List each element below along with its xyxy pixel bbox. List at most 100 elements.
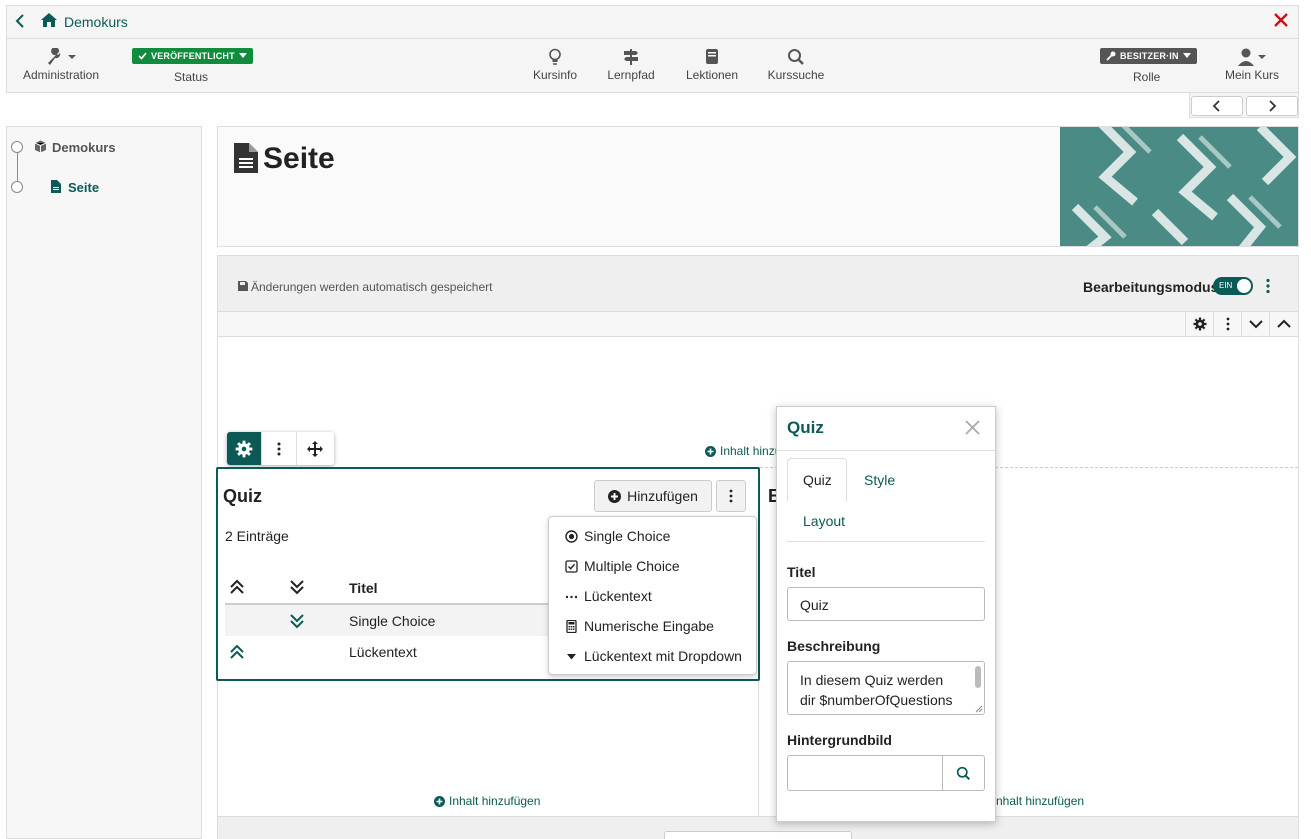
next-button[interactable] — [1246, 96, 1298, 116]
textarea-scrollbar[interactable] — [975, 666, 981, 688]
more-vertical-icon[interactable] — [1213, 312, 1241, 336]
settings-icon[interactable] — [227, 432, 262, 465]
description-text: In diesem Quiz werden dir $numberOfQuest… — [800, 670, 953, 710]
document-icon — [234, 143, 258, 173]
menu-item-luckentext-dropdown[interactable]: Lückentext mit Dropdown — [549, 641, 756, 671]
menu-item-label: Lückentext — [584, 588, 652, 604]
description-textarea[interactable]: In diesem Quiz werden dir $numberOfQuest… — [787, 661, 985, 715]
plus-circle-icon — [608, 489, 622, 503]
ellipsis-icon — [565, 595, 578, 598]
wrench-icon — [16, 46, 106, 68]
menu-item-label: Single Choice — [584, 528, 671, 544]
footer-button[interactable] — [664, 831, 852, 839]
breadcrumb-course[interactable]: Demokurs — [64, 14, 128, 30]
move-down-icon[interactable] — [289, 613, 305, 629]
move-all-down-icon[interactable] — [289, 579, 305, 595]
radio-icon — [565, 529, 578, 543]
column-separator — [758, 681, 759, 816]
lektionen-button[interactable]: Lektionen — [680, 46, 744, 82]
container-actions — [1185, 312, 1297, 336]
home-icon[interactable] — [40, 12, 58, 28]
back-icon[interactable] — [14, 13, 26, 29]
header-image — [1060, 127, 1298, 246]
tree-node-marker — [11, 141, 23, 153]
calculator-icon — [566, 619, 577, 633]
row-title[interactable]: Single Choice — [349, 613, 435, 629]
cube-icon — [34, 140, 47, 153]
close-icon[interactable] — [965, 420, 980, 435]
tab-rule — [787, 541, 985, 542]
role-label: Rolle — [1133, 70, 1161, 84]
block-toolbar — [227, 432, 334, 465]
kursinfo-button[interactable]: Kursinfo — [525, 46, 585, 82]
book-icon — [680, 46, 744, 68]
row-title[interactable]: Lückentext — [349, 644, 417, 660]
background-image-input[interactable] — [787, 755, 985, 791]
chevron-up-icon[interactable] — [1269, 312, 1297, 336]
search-icon — [956, 766, 971, 781]
administration-label: Administration — [22, 68, 100, 82]
settings-icon[interactable] — [1185, 312, 1213, 336]
save-icon — [238, 281, 248, 291]
title-field-label: Titel — [787, 564, 816, 580]
checkbox-icon — [565, 559, 578, 573]
title-field[interactable]: Quiz — [787, 587, 985, 621]
page-header: Seite — [217, 126, 1299, 247]
menu-item-luckentext[interactable]: Lückentext — [549, 581, 756, 611]
background-image-label: Hintergrundbild — [787, 732, 892, 748]
more-vertical-icon — [729, 489, 733, 503]
quiz-more-button[interactable] — [716, 480, 746, 512]
title-field-value: Quiz — [800, 597, 829, 613]
search-icon — [764, 46, 828, 68]
chevron-down-icon[interactable] — [1241, 312, 1269, 336]
my-course-menu[interactable]: Mein Kurs — [1218, 46, 1286, 82]
add-question-button[interactable]: Hinzufügen — [594, 480, 712, 512]
add-content-label: nhalt hinzufügen — [996, 794, 1085, 808]
column-title-header: Titel — [349, 580, 378, 596]
previous-button[interactable] — [1191, 96, 1243, 116]
tab-layout[interactable]: Layout — [803, 513, 845, 529]
lernpfad-button[interactable]: Lernpfad — [601, 46, 661, 82]
role-badge-label: BESITZER·IN — [1120, 51, 1179, 61]
add-content-link[interactable]: Inhalt hinzu — [705, 444, 781, 458]
role-badge[interactable]: BESITZER·IN — [1100, 48, 1197, 64]
my-course-label: Mein Kurs — [1224, 68, 1280, 82]
tree-item-seite[interactable]: Seite — [68, 180, 99, 195]
page-title: Seite — [263, 142, 335, 175]
container-toolbar — [218, 312, 1298, 337]
lightbulb-icon — [525, 46, 585, 68]
status-label: Status — [174, 70, 209, 84]
move-icon[interactable] — [297, 432, 332, 465]
status-badge[interactable]: VERÖFFENTLICHT — [132, 48, 253, 64]
description-line: In diesem Quiz werden — [800, 672, 944, 688]
add-content-link-bottom[interactable]: Inhalt hinzufügen — [434, 794, 540, 808]
menu-item-multiple-choice[interactable]: Multiple Choice — [549, 551, 756, 581]
edit-mode-toggle[interactable]: EIN — [1213, 277, 1253, 295]
edit-mode-label: Bearbeitungsmodus — [1083, 279, 1219, 295]
kurssuche-button[interactable]: Kurssuche — [764, 46, 828, 82]
move-up-icon[interactable] — [229, 644, 245, 660]
more-options-icon[interactable] — [1265, 278, 1271, 294]
panel-title: Quiz — [787, 418, 824, 437]
add-content-label: Inhalt hinzu — [720, 444, 782, 458]
menu-item-numeric-input[interactable]: Numerische Eingabe — [549, 611, 756, 641]
kursinfo-label: Kursinfo — [532, 68, 578, 82]
description-field-label: Beschreibung — [787, 638, 881, 654]
lektionen-label: Lektionen — [685, 68, 739, 82]
autosave-text: Änderungen werden automatisch gespeicher… — [251, 280, 493, 294]
move-all-up-icon[interactable] — [229, 579, 245, 595]
description-line: dir $numberOfQuestions — [800, 692, 953, 708]
tree-item-demokurs[interactable]: Demokurs — [52, 140, 116, 155]
add-question-label: Hinzufügen — [627, 488, 698, 504]
add-content-link-right[interactable]: nhalt hinzufügen — [996, 794, 1084, 808]
question-type-dropdown: Single Choice Multiple Choice Lückentext… — [548, 516, 757, 675]
menu-item-single-choice[interactable]: Single Choice — [549, 521, 756, 551]
status-badge-label: VERÖFFENTLICHT — [151, 51, 235, 61]
entry-count: 2 Einträge — [225, 528, 289, 544]
signpost-icon — [601, 46, 661, 68]
administration-menu[interactable]: Administration — [16, 46, 106, 82]
more-vertical-icon[interactable] — [262, 432, 297, 465]
plus-circle-icon — [705, 445, 716, 457]
close-icon[interactable] — [1273, 12, 1289, 28]
tab-style[interactable]: Style — [864, 472, 895, 488]
